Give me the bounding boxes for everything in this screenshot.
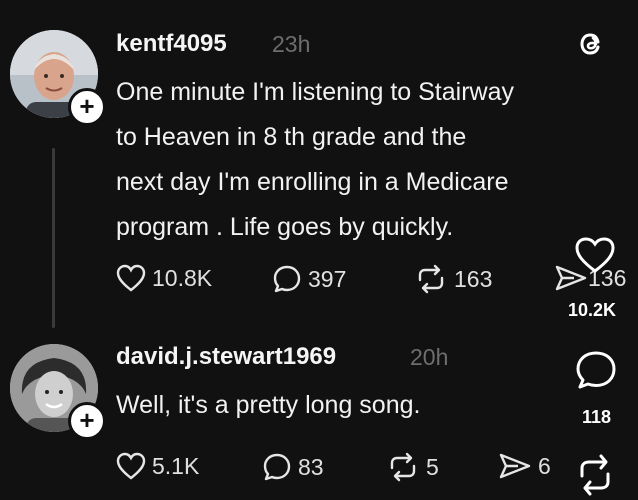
share-button[interactable]: 6 (498, 452, 551, 480)
speech-bubble-icon (273, 265, 301, 293)
follow-button[interactable]: + (68, 88, 106, 126)
plus-icon: + (79, 91, 95, 121)
repost-count: 163 (454, 265, 493, 292)
post-text-line: to Heaven in 8 th grade and the (116, 123, 467, 151)
speech-bubble-icon (263, 453, 291, 481)
like-count: 10.8K (152, 264, 213, 291)
post-text-line: Well, it's a pretty long song. (116, 391, 421, 419)
side-comment-count: 118 (582, 407, 612, 427)
reply-count: 83 (298, 453, 324, 480)
plus-icon: + (79, 405, 95, 435)
post-text-line: program . Life goes by quickly. (116, 213, 454, 241)
repost-count: 5 (426, 453, 439, 480)
repost-icon (390, 452, 416, 482)
reply-button[interactable]: 83 (262, 452, 324, 482)
follow-button[interactable]: + (68, 402, 106, 440)
post-text: Well, it's a pretty long song. (116, 383, 420, 428)
like-button[interactable]: 10.8K (116, 264, 212, 292)
thread-connector (52, 148, 55, 328)
heart-icon (116, 264, 146, 292)
threads-logo-icon[interactable] (575, 28, 607, 60)
like-button[interactable]: 5.1K (116, 452, 199, 480)
repost-icon (418, 264, 444, 294)
side-like-count: 10.2K (568, 300, 617, 320)
heart-icon (116, 452, 146, 480)
reply-count: 397 (308, 265, 347, 292)
repost-button[interactable]: 5 (386, 452, 439, 482)
heart-icon[interactable] (574, 236, 616, 274)
speech-bubble-icon[interactable] (574, 350, 618, 390)
repost-icon[interactable] (574, 452, 616, 496)
like-count: 5.1K (152, 452, 200, 479)
threads-screen: + kentf4095 23h One minute I'm listening… (0, 0, 638, 500)
username[interactable]: kentf4095 (116, 30, 227, 58)
reply-button[interactable]: 397 (272, 264, 346, 294)
post-text-line: next day I'm enrolling in a Medicare (116, 168, 509, 196)
timestamp: 20h (410, 344, 449, 370)
post-text: One minute I'm listening to Stairway to … (116, 70, 514, 250)
send-icon (499, 453, 531, 479)
post-text-line: One minute I'm listening to Stairway (116, 78, 514, 106)
username[interactable]: david.j.stewart1969 (116, 343, 336, 371)
share-count: 6 (538, 452, 551, 479)
repost-button[interactable]: 163 (414, 264, 492, 294)
timestamp: 23h (272, 31, 311, 57)
